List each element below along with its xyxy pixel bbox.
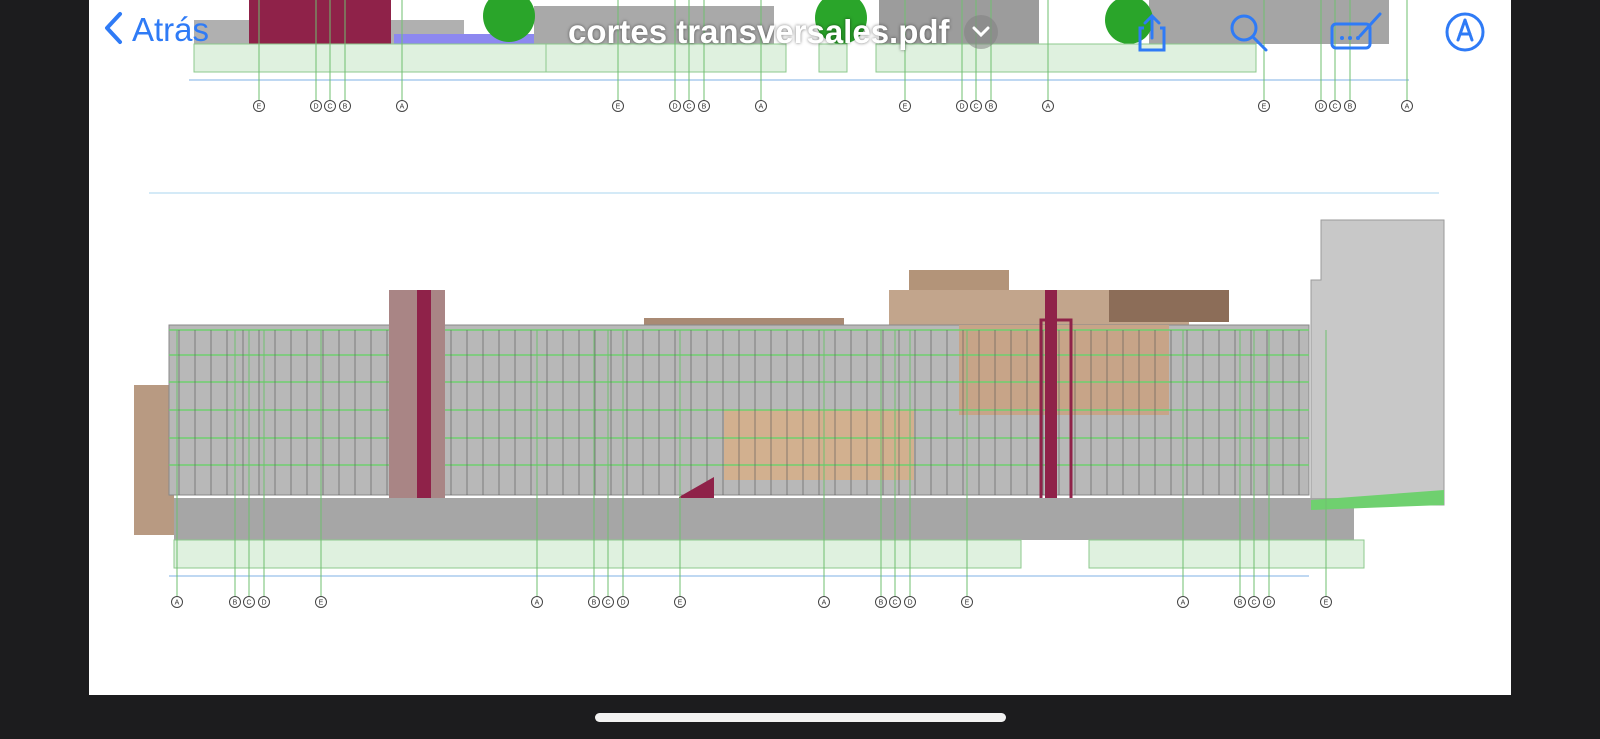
axis-label: E [903,104,908,111]
axis-label: B [592,600,597,607]
axis-label: C [327,104,332,111]
axis-label: E [616,104,621,111]
axis-label: A [759,104,764,111]
axis-label: E [319,600,324,607]
axis-label: A [1046,104,1051,111]
search-icon[interactable] [1226,10,1270,54]
share-icon[interactable] [1130,10,1174,54]
axis-label: B [989,104,994,111]
axis-label: C [1251,600,1256,607]
axis-label: E [1262,104,1267,111]
axis-label: D [907,600,912,607]
pen-circle-icon[interactable] [1443,10,1487,54]
axis-label: A [1405,104,1410,111]
axis-label: B [702,104,707,111]
axis-label: D [313,104,318,111]
axis-label: D [1266,600,1271,607]
pdf-viewer-toolbar: Atrás cortes transversales.pdf [0,0,1600,64]
axis-label: C [973,104,978,111]
axis-label: D [1318,104,1323,111]
document-title-menu[interactable]: cortes transversales.pdf [568,10,998,54]
axis-label: C [605,600,610,607]
axis-label: E [1324,600,1329,607]
axis-label: E [965,600,970,607]
back-label: Atrás [132,11,210,48]
axis-label: D [672,104,677,111]
marker-toolbox-icon[interactable] [1328,10,1384,54]
axis-label: C [892,600,897,607]
axis-label: A [535,600,540,607]
lower-section: ABCDEABCDEABCDEABCDE [134,219,1445,608]
pdf-page: E D C B A E D C B A E D C B A E D C B A A B C D E A B C D E A B C D E… [89,0,1511,695]
axis-label: B [1238,600,1243,607]
document-title: cortes transversales.pdf [568,13,950,50]
axis-label: D [261,600,266,607]
axis-label: A [1181,600,1186,607]
axis-label: E [678,600,683,607]
axis-label: D [959,104,964,111]
home-indicator [595,713,1006,722]
chevron-left-icon [102,11,124,50]
cross-section-drawing: E D C B A E D C B A E D C B A E D C B A A B C D E A B C D E A B C D E… [134,0,1445,608]
axis-label: C [686,104,691,111]
axis-label: B [343,104,348,111]
axis-label: B [1348,104,1353,111]
axis-label: A [822,600,827,607]
axis-label: D [620,600,625,607]
axis-label: C [246,600,251,607]
chevron-down-icon[interactable] [963,15,998,49]
axis-label: A [400,104,405,111]
axis-label: E [257,104,262,111]
back-button[interactable]: Atrás [102,10,209,50]
axis-label: B [879,600,884,607]
axis-label: B [233,600,238,607]
axis-label: C [1332,104,1337,111]
axis-label: A [175,600,180,607]
